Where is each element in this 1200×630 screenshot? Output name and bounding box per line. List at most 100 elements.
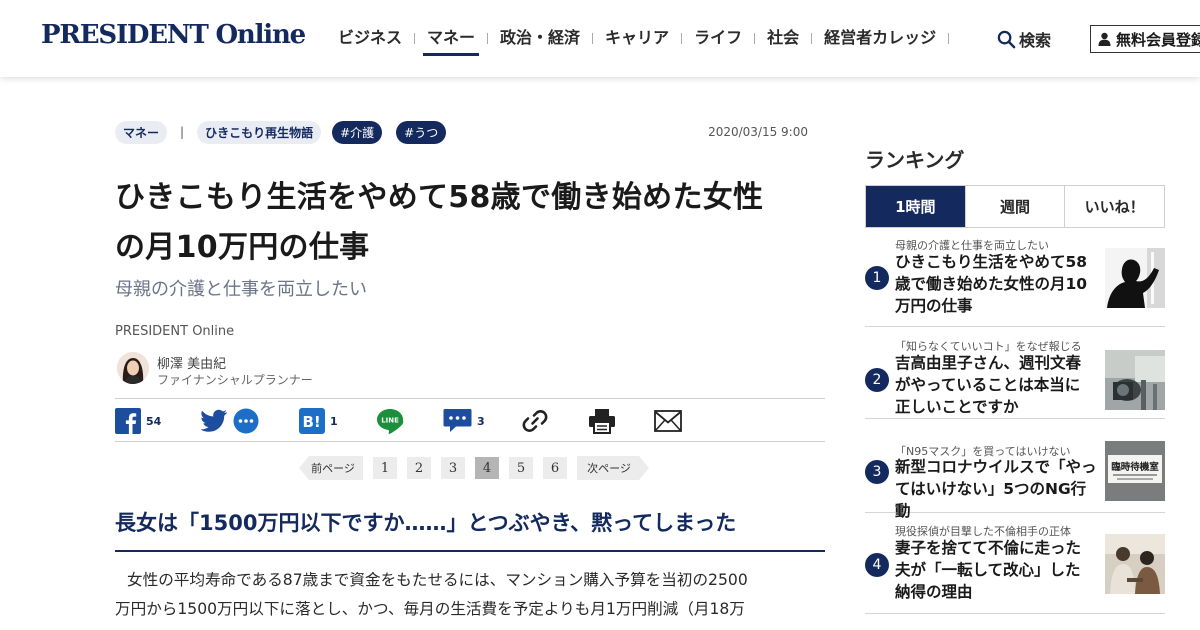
article-tags: マネー | ひきこもり再生物語 #介護 #うつ 2020/03/15 9:00 <box>115 120 825 144</box>
hatena-share[interactable]: B! 1 <box>299 407 338 435</box>
tag-kaigo[interactable]: #介護 <box>332 120 383 144</box>
more-share[interactable] <box>233 407 259 435</box>
nav-career[interactable]: キャリア <box>605 26 669 56</box>
ranking-item[interactable]: 2 「知らなくていいコト」をなぜ報じる 吉高由里子さん、週刊文春がやっていること… <box>865 327 1165 419</box>
author-role: ファイナンシャルプランナー <box>157 373 313 387</box>
series-chip[interactable]: ひきこもり再生物語 <box>197 120 322 144</box>
nav-divider <box>754 32 756 44</box>
author-photo <box>117 352 149 384</box>
thumbnail-image <box>1105 534 1165 594</box>
page-link[interactable]: 5 <box>509 457 533 479</box>
search-button[interactable]: 検索 <box>997 27 1051 51</box>
rank-thumbnail: 臨時待機室 <box>1105 441 1165 501</box>
rank-thumbnail <box>1105 534 1165 594</box>
mail-icon <box>654 410 682 432</box>
nav-divider <box>948 32 950 44</box>
copy-link[interactable] <box>521 407 549 435</box>
share-bar: 54 B! 1 LINE 3 <box>115 398 825 442</box>
chip-divider: | <box>180 125 185 139</box>
nav-divider <box>487 32 489 44</box>
thumbnail-image <box>1105 248 1165 308</box>
thumbnail-image <box>1105 350 1165 410</box>
publish-date: 2020/03/15 9:00 <box>708 125 808 139</box>
tab-likes[interactable]: いいね！ <box>1064 186 1164 227</box>
line-icon: LINE <box>377 409 404 434</box>
printer-icon <box>589 409 615 434</box>
page-link[interactable]: 2 <box>407 457 431 479</box>
ranking-item[interactable]: 4 現役探偵が目撃した不倫相手の正体 妻子を捨てて不倫に走った夫が「一転して改心… <box>865 513 1165 614</box>
prev-page-button[interactable]: 前ページ <box>299 456 363 480</box>
rank-title: ひきこもり生活をやめて58歳で働き始めた女性の月10万円の仕事 <box>895 253 1088 315</box>
page-link-current[interactable]: 4 <box>475 457 499 479</box>
ranking-heading: ランキング <box>865 148 965 172</box>
author-name[interactable]: 柳澤 美由紀 <box>157 353 226 372</box>
nav-divider <box>414 32 416 44</box>
rank-thumbnail <box>1105 248 1165 308</box>
nav-divider <box>592 32 594 44</box>
facebook-share[interactable]: 54 <box>115 407 161 435</box>
nav-executive-college[interactable]: 経営者カレッジ <box>824 26 936 56</box>
rank-number: 3 <box>865 460 889 484</box>
line-share[interactable]: LINE <box>376 407 404 435</box>
page-link[interactable]: 6 <box>543 457 567 479</box>
print-button[interactable] <box>588 407 616 435</box>
nav-divider <box>681 32 683 44</box>
ranking-item[interactable]: 1 母親の介護と仕事を両立したい ひきこもり生活をやめて58歳で働き始めた女性の… <box>865 234 1165 327</box>
twitter-share[interactable] <box>200 407 228 435</box>
tab-1-hour[interactable]: 1時間 <box>866 186 965 227</box>
facebook-count: 54 <box>146 414 162 428</box>
site-logo[interactable]: PRESIDENT Online <box>41 20 306 50</box>
rank-title: 妻子を捨てて不倫に走った夫が「一転して改心」した納得の理由 <box>895 539 1082 601</box>
mail-share[interactable] <box>654 407 682 435</box>
article-subtitle: 母親の介護と仕事を両立したい <box>115 279 367 300</box>
body-line: 女性の平均寿命である87歳まで資金をもたせるには、マンション購入予算を当初の25… <box>127 571 748 589</box>
twitter-bird-icon <box>200 409 227 432</box>
nav-society[interactable]: 社会 <box>767 26 799 56</box>
tab-weekly[interactable]: 週間 <box>964 186 1065 227</box>
author-avatar[interactable] <box>117 352 149 384</box>
main-nav: ビジネス マネー 政治・経済 キャリア ライフ 社会 経営者カレッジ <box>338 26 961 56</box>
nav-life[interactable]: ライフ <box>694 26 742 56</box>
member-register-label: 無料会員登録 <box>1116 30 1200 49</box>
comment-bubble-icon <box>443 409 472 432</box>
category-chip[interactable]: マネー <box>115 120 168 144</box>
article-title: ひきこもり生活をやめて58歳で働き始めた女性 の月10万円の仕事 <box>115 173 825 273</box>
user-icon <box>1098 32 1111 46</box>
rank-number: 1 <box>865 266 889 290</box>
facebook-icon <box>115 408 141 434</box>
pagination: 前ページ 1 2 3 4 5 6 次ページ <box>115 456 825 480</box>
section-divider <box>115 550 825 552</box>
member-register-button[interactable]: 無料会員登録 <box>1090 25 1200 53</box>
rank-title: 吉高由里子さん、週刊文春がやっていることは本当に正しいことですか <box>895 354 1082 416</box>
ranking-tabs: 1時間 週間 いいね！ <box>865 185 1165 228</box>
search-icon <box>997 30 1016 48</box>
search-label: 検索 <box>1019 31 1052 50</box>
nav-divider <box>811 32 813 44</box>
rank-thumbnail <box>1105 350 1165 410</box>
publisher-name: PRESIDENT Online <box>115 324 235 339</box>
body-line: 万円から1500万円以下に落とし、かつ、毎月の生活費を予定よりも月1万円削減（月… <box>115 600 745 618</box>
hatena-bookmark-icon: B! <box>299 408 325 434</box>
site-header: PRESIDENT Online ビジネス マネー 政治・経済 キャリア ライフ… <box>0 0 1200 77</box>
tag-utsu[interactable]: #うつ <box>396 120 447 144</box>
rank-number: 4 <box>865 553 889 577</box>
article-title-line2: の月10万円の仕事 <box>115 230 370 265</box>
nav-money[interactable]: マネー <box>423 26 480 56</box>
hatena-count: 1 <box>330 414 338 428</box>
article-body: 女性の平均寿命である87歳まで資金をもたせるには、マンション購入予算を当初の25… <box>115 566 825 624</box>
svg-text:B!: B! <box>303 413 321 431</box>
next-page-button[interactable]: 次ページ <box>577 456 649 480</box>
page-link[interactable]: 1 <box>373 457 397 479</box>
article-title-line1: ひきこもり生活をやめて58歳で働き始めた女性 <box>115 180 764 215</box>
comment-count: 3 <box>477 414 485 428</box>
more-dots-icon <box>233 408 259 434</box>
comment-share[interactable]: 3 <box>443 407 485 435</box>
nav-business[interactable]: ビジネス <box>338 26 402 56</box>
page-link[interactable]: 3 <box>441 457 465 479</box>
svg-text:LINE: LINE <box>381 417 399 425</box>
nav-politics-economy[interactable]: 政治・経済 <box>500 26 580 56</box>
rank-number: 2 <box>865 368 889 392</box>
thumbnail-image: 臨時待機室 <box>1105 441 1165 501</box>
section-heading: 長女は「1500万円以下ですか……」とつぶやき、黙ってしまった <box>115 511 737 535</box>
ranking-item[interactable]: 3 「N95マスク」を買ってはいけない 新型コロナウイルスで「やってはいけない」… <box>865 419 1165 520</box>
